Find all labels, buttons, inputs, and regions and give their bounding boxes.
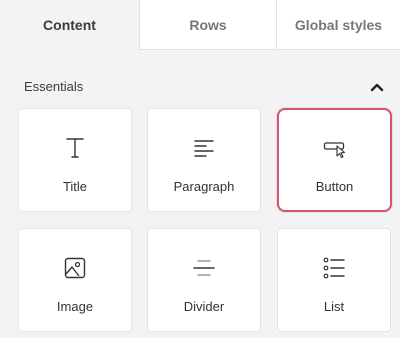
- list-icon: [321, 255, 347, 281]
- paragraph-lines-icon: [191, 135, 217, 161]
- block-label: Divider: [183, 299, 225, 314]
- block-label: Paragraph: [173, 179, 235, 194]
- tab-global-styles[interactable]: Global styles: [276, 0, 400, 50]
- block-label: Image: [56, 299, 94, 314]
- block-label: Button: [315, 179, 354, 194]
- block-paragraph[interactable]: Paragraph: [147, 108, 261, 212]
- tab-rows[interactable]: Rows: [139, 0, 276, 50]
- block-list[interactable]: List: [277, 228, 391, 332]
- button-cursor-icon: [322, 135, 348, 161]
- block-label: Title: [62, 179, 88, 194]
- tab-content[interactable]: Content: [0, 0, 139, 50]
- chevron-up-icon[interactable]: [369, 80, 385, 92]
- tab-bar: Content Rows Global styles: [0, 0, 400, 50]
- section-title: Essentials: [24, 79, 84, 94]
- block-title[interactable]: Title: [18, 108, 132, 212]
- essentials-section-header[interactable]: Essentials: [0, 68, 400, 104]
- title-t-icon: [62, 135, 88, 161]
- block-image[interactable]: Image: [18, 228, 132, 332]
- block-label: List: [323, 299, 345, 314]
- divider-icon: [191, 255, 217, 281]
- block-divider[interactable]: Divider: [147, 228, 261, 332]
- image-icon: [62, 255, 88, 281]
- block-button[interactable]: Button: [277, 108, 392, 212]
